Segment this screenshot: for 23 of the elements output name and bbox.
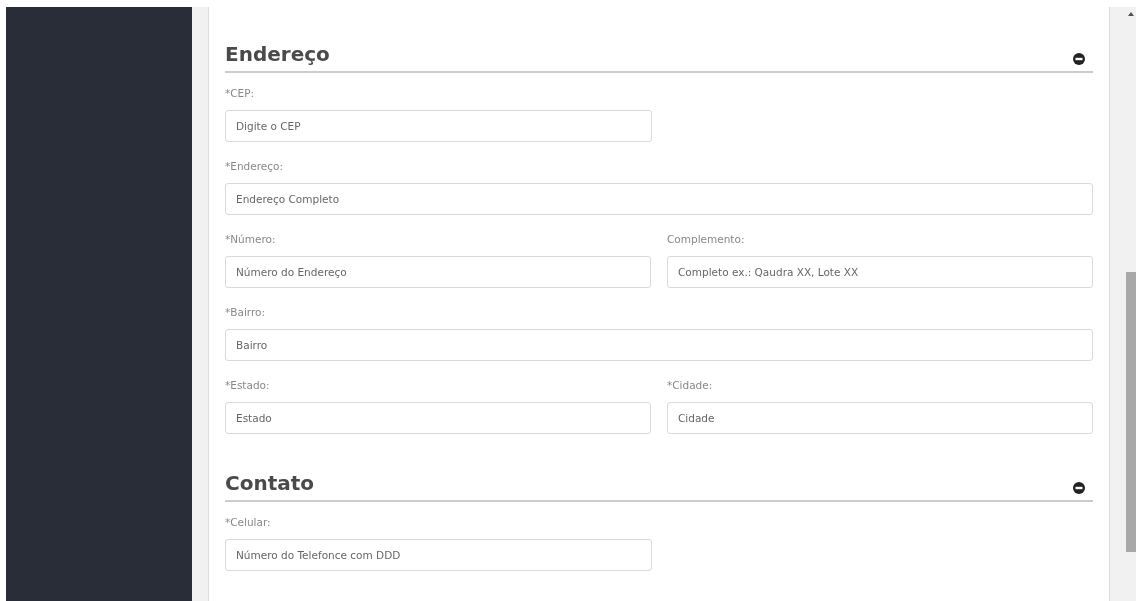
input-field[interactable]: Endereço Completo <box>225 183 1093 215</box>
input-field[interactable]: Bairro <box>225 329 1093 361</box>
scrollbar-thumb[interactable] <box>1126 272 1136 552</box>
scrollbar[interactable] <box>1126 7 1136 601</box>
input-field[interactable]: Cidade <box>667 402 1093 434</box>
input-field[interactable]: Número do Endereço <box>225 256 651 288</box>
section-title: Contato <box>225 470 314 496</box>
field-label: *CEP: <box>225 86 256 101</box>
field-label: *Endereço: <box>225 159 284 174</box>
collapse-icon[interactable] <box>1073 482 1085 494</box>
field-label: *Estado: <box>225 378 271 393</box>
input-field[interactable]: Digite o CEP <box>225 110 652 142</box>
section-title: Endereço <box>225 41 330 67</box>
field-label: Complemento: <box>667 232 746 247</box>
collapse-icon[interactable] <box>1073 53 1085 65</box>
field-label: *Bairro: <box>225 305 266 320</box>
field-label: *Celular: <box>225 515 272 530</box>
input-field[interactable]: Número do Telefonce com DDD <box>225 539 652 571</box>
field-label: *Número: <box>225 232 277 247</box>
scroll-up-icon[interactable] <box>1128 12 1134 16</box>
input-field[interactable]: Completo ex.: Qaudra XX, Lote XX <box>667 256 1093 288</box>
input-field[interactable]: Estado <box>225 402 651 434</box>
field-label: *Cidade: <box>667 378 714 393</box>
